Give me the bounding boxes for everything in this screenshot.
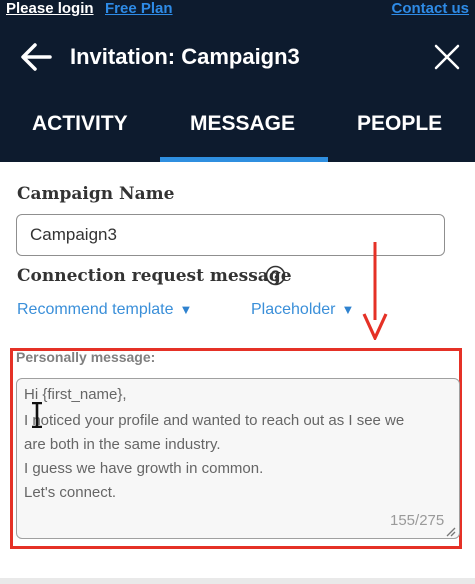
message-line: are both in the same industry. xyxy=(24,436,221,453)
question-circle-icon[interactable] xyxy=(265,265,286,286)
message-line: I noticed your profile and wanted to rea… xyxy=(24,412,405,429)
placeholder-label: Placeholder xyxy=(251,301,336,318)
recommend-template-dropdown[interactable]: Recommend template ▼ xyxy=(17,301,192,319)
message-line: I guess we have growth in common. xyxy=(24,460,264,477)
tab-message[interactable]: MESSAGE xyxy=(190,112,295,136)
recommend-template-label: Recommend template xyxy=(17,301,174,318)
personal-message-label: Personally message: xyxy=(16,349,156,365)
header: Invitation: Campaign3 ACTIVITY MESSAGE P… xyxy=(0,18,475,162)
annotation-arrow-icon xyxy=(362,242,388,340)
close-icon[interactable] xyxy=(434,44,460,70)
caret-down-icon: ▼ xyxy=(341,302,355,317)
resize-handle-icon[interactable] xyxy=(446,527,456,537)
message-line: Hi {first_name}, xyxy=(24,386,127,403)
top-strip: Please login Free Plan Contact us xyxy=(0,0,475,18)
campaign-name-label: Campaign Name xyxy=(17,184,175,204)
connection-request-label: Connection request message xyxy=(17,266,292,286)
character-counter: 155/275 xyxy=(390,512,445,529)
page-title: Invitation: Campaign3 xyxy=(70,44,300,69)
placeholder-dropdown[interactable]: Placeholder ▼ xyxy=(251,301,354,319)
tab-activity[interactable]: ACTIVITY xyxy=(32,112,128,136)
caret-down-icon: ▼ xyxy=(179,302,193,317)
active-tab-indicator xyxy=(160,157,328,162)
tab-people[interactable]: PEOPLE xyxy=(357,112,442,136)
arrow-left-icon[interactable] xyxy=(20,42,52,72)
bottom-divider xyxy=(0,578,475,584)
text-cursor-icon xyxy=(32,402,42,428)
free-plan-link[interactable]: Free Plan xyxy=(105,0,173,18)
contact-us-link[interactable]: Contact us xyxy=(391,0,469,18)
login-link[interactable]: Please login xyxy=(6,0,94,18)
message-line: Let's connect. xyxy=(24,484,117,501)
